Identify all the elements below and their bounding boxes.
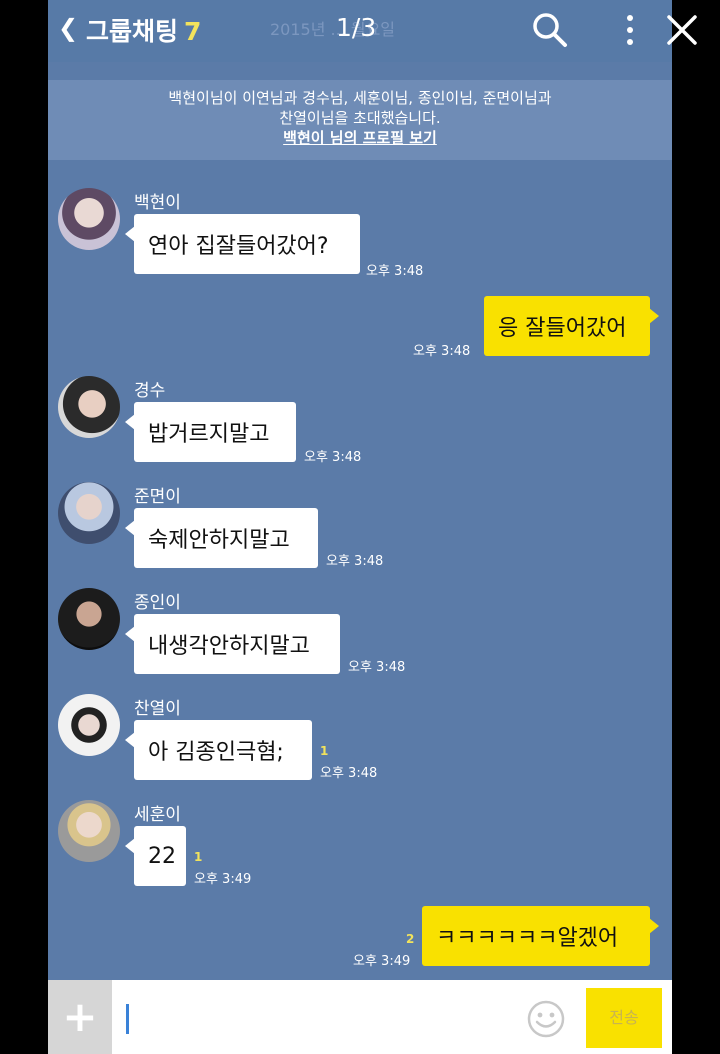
sender-name: 세훈이 <box>134 805 181 825</box>
search-icon[interactable] <box>530 10 570 54</box>
message-text: 22 <box>148 843 176 869</box>
message-text: ㅋㅋㅋㅋㅋㅋ알겠어 <box>436 926 619 951</box>
message-input-bar: + 전송 <box>48 980 672 1054</box>
send-button[interactable]: 전송 <box>586 988 662 1048</box>
message-time: 오후 3:48 <box>326 554 384 569</box>
message-bubble[interactable]: 연아 집잘들어갔어? <box>125 214 360 274</box>
page-indicator: 1/3 <box>336 13 377 42</box>
plus-icon[interactable]: + <box>48 980 112 1054</box>
member-count: 7 <box>184 17 202 46</box>
avatar[interactable] <box>58 482 120 544</box>
close-icon[interactable] <box>664 12 700 52</box>
notice-line-1: 백현이님이 이연님과 경수님, 세훈이님, 종인이님, 준면이님과 <box>168 89 552 107</box>
chat-header: ❮ 그룹채팅 7 2015년 ... 월요일 1/3 <box>48 0 672 62</box>
message-text: 응 잘들어갔어 <box>498 316 627 341</box>
chevron-left-icon[interactable]: ❮ <box>58 14 78 42</box>
message-bubble-outgoing[interactable]: ㅋㅋㅋㅋㅋㅋ알겠어 <box>422 906 659 966</box>
sender-name: 종인이 <box>134 593 181 613</box>
message-text: 연아 집잘들어갔어? <box>148 234 329 259</box>
sender-name: 경수 <box>134 381 166 401</box>
message-bubble[interactable]: 숙제안하지말고 <box>125 508 318 568</box>
message-time: 오후 3:48 <box>348 660 406 675</box>
chat-title[interactable]: 그룹채팅 7 <box>86 12 201 48</box>
unread-count: 1 <box>320 744 329 758</box>
sender-name: 찬열이 <box>134 699 181 719</box>
avatar[interactable] <box>58 800 120 862</box>
avatar[interactable] <box>58 588 120 650</box>
notice-line-2: 찬열이님을 초대했습니다. <box>279 109 441 127</box>
emoji-icon[interactable] <box>526 999 566 1043</box>
message-bubble[interactable]: 22 <box>125 826 186 886</box>
invite-notice: 백현이님이 이연님과 경수님, 세훈이님, 종인이님, 준면이님과 찬열이님을 … <box>48 80 672 160</box>
message-text: 내생각안하지말고 <box>148 634 310 659</box>
sender-name: 준면이 <box>134 487 181 507</box>
message-time: 오후 3:48 <box>320 766 378 781</box>
message-input[interactable] <box>126 1004 129 1034</box>
chat-screen: ❮ 그룹채팅 7 2015년 ... 월요일 1/3 백현이님이 이연님과 경수님… <box>48 0 672 1054</box>
unread-count: 1 <box>194 850 203 864</box>
message-time: 오후 3:48 <box>413 344 471 359</box>
unread-count: 2 <box>406 932 415 946</box>
avatar[interactable] <box>58 694 120 756</box>
message-bubble[interactable]: 밥거르지말고 <box>125 402 296 462</box>
more-vertical-icon[interactable] <box>620 10 640 54</box>
profile-link[interactable]: 백현이 님의 프로필 보기 <box>48 128 672 149</box>
message-text: 아 김종인극혐; <box>148 740 284 765</box>
message-text: 숙제안하지말고 <box>148 528 290 553</box>
message-bubble-outgoing[interactable]: 응 잘들어갔어 <box>484 296 659 356</box>
message-time: 오후 3:48 <box>366 264 424 279</box>
chat-room-name: 그룹채팅 <box>86 17 179 46</box>
message-bubble[interactable]: 내생각안하지말고 <box>125 614 340 674</box>
avatar[interactable] <box>58 376 120 438</box>
faded-date-label: 2015년 ... 월요일 <box>270 20 396 39</box>
sender-name: 백현이 <box>134 193 181 213</box>
message-time: 오후 3:48 <box>304 450 362 465</box>
message-bubble[interactable]: 아 김종인극혐; <box>125 720 312 780</box>
avatar[interactable] <box>58 188 120 250</box>
message-text: 밥거르지말고 <box>148 422 270 447</box>
message-time: 오후 3:49 <box>194 872 252 887</box>
message-time: 오후 3:49 <box>353 954 411 969</box>
